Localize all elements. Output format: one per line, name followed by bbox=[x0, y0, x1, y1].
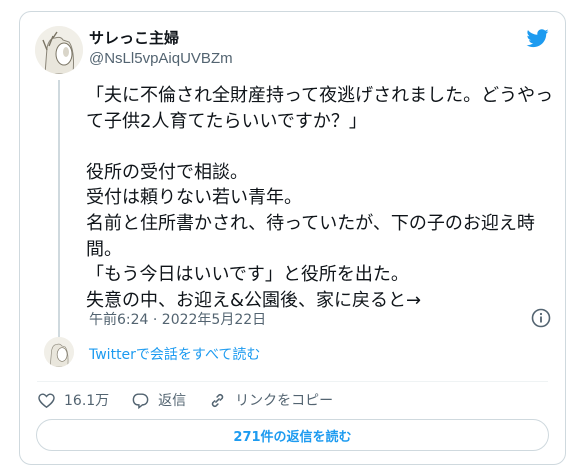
reply-icon bbox=[132, 392, 149, 409]
author-handle[interactable]: @NsLl5vpAiqUVBZm bbox=[89, 50, 233, 67]
action-bar: 16.1万 返信 リンクをコピー bbox=[37, 388, 355, 412]
like-button[interactable]: 16.1万 bbox=[37, 390, 109, 410]
like-count: 16.1万 bbox=[64, 393, 110, 409]
read-conversation-link[interactable]: Twitterで会話をすべて読む bbox=[89, 344, 260, 364]
thread-line bbox=[58, 80, 60, 338]
author-avatar[interactable] bbox=[35, 26, 83, 74]
tweet-timestamp[interactable]: 午前6:24 · 2022年5月22日 bbox=[89, 309, 266, 329]
copy-link-button[interactable]: リンクをコピー bbox=[208, 390, 333, 410]
reply-button[interactable]: 返信 bbox=[131, 390, 186, 410]
info-icon[interactable] bbox=[531, 308, 551, 328]
small-author-avatar[interactable] bbox=[44, 337, 74, 367]
tweet-text: 「夫に不倫され全財産持って夜逃げされました。どうやって子供2人育てたらいいですか… bbox=[86, 85, 554, 311]
link-icon bbox=[211, 393, 224, 407]
divider bbox=[37, 381, 548, 382]
heart-icon bbox=[38, 392, 55, 408]
twitter-bird-icon[interactable] bbox=[525, 26, 549, 50]
reply-label: 返信 bbox=[158, 393, 187, 409]
author-name[interactable]: サレっこ主婦 bbox=[89, 27, 179, 48]
copy-link-label: リンクをコピー bbox=[235, 393, 334, 409]
read-replies-button[interactable]: 271件の返信を読む bbox=[36, 419, 549, 451]
tweet-card: サレっこ主婦 @NsLl5vpAiqUVBZm 「夫に不倫され全財産持って夜逃げ… bbox=[19, 11, 566, 465]
